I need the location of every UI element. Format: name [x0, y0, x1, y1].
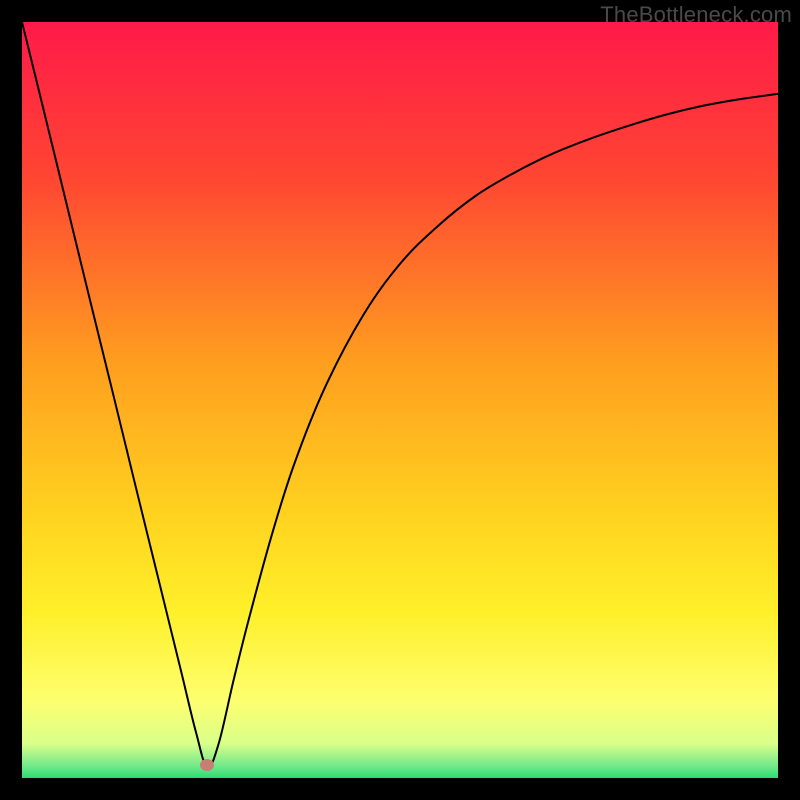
watermark-text: TheBottleneck.com [600, 2, 792, 28]
plot-area [22, 22, 778, 778]
chart-frame [22, 22, 778, 778]
minimum-marker [200, 759, 214, 771]
bottleneck-curve [22, 22, 778, 767]
curve-layer [22, 22, 778, 778]
